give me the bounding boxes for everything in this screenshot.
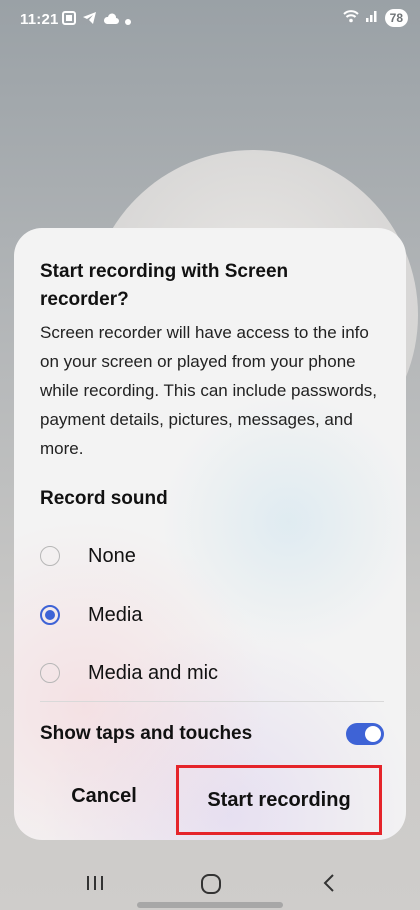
option-media-and-mic-label: Media and mic [88, 661, 219, 684]
dot-icon [125, 12, 131, 29]
wifi-icon [342, 9, 359, 27]
option-media-label: Media [88, 603, 143, 626]
status-time: 11:21 [20, 11, 59, 28]
dialog-description: Screen recorder will have access to the … [40, 323, 378, 458]
screenshot-icon [62, 11, 76, 29]
cancel-button[interactable]: Cancel [44, 768, 164, 824]
option-none-label: None [88, 544, 136, 567]
radio-media[interactable] [40, 605, 60, 625]
signal-icon [365, 9, 379, 27]
battery-indicator: 78 [384, 9, 408, 27]
toggle-knob [365, 726, 381, 742]
dialog-title: Start recording with Screen recorder? [40, 261, 289, 310]
option-none[interactable]: None [40, 536, 380, 576]
gesture-handle [137, 902, 283, 908]
option-media[interactable]: Media [40, 595, 380, 635]
radio-none[interactable] [40, 546, 60, 566]
show-taps-label: Show taps and touches [40, 723, 253, 744]
start-recording-button[interactable]: Start recording [176, 765, 382, 835]
screen-recorder-dialog: Start recording with Screen recorder? Sc… [14, 228, 406, 840]
record-sound-label: Record sound [40, 488, 168, 509]
status-bar: 11:21 78 [0, 0, 420, 40]
status-right: 78 [342, 9, 408, 27]
cloud-icon [103, 12, 119, 29]
show-taps-row[interactable]: Show taps and touches [40, 718, 384, 750]
divider [40, 701, 384, 702]
home-icon[interactable] [199, 872, 223, 901]
show-taps-toggle[interactable] [346, 723, 384, 745]
telegram-icon [82, 11, 97, 29]
recents-icon[interactable] [84, 872, 106, 899]
option-media-and-mic[interactable]: Media and mic [40, 653, 380, 693]
back-icon[interactable] [318, 872, 340, 899]
radio-media-and-mic[interactable] [40, 663, 60, 683]
notification-icons [62, 11, 131, 29]
